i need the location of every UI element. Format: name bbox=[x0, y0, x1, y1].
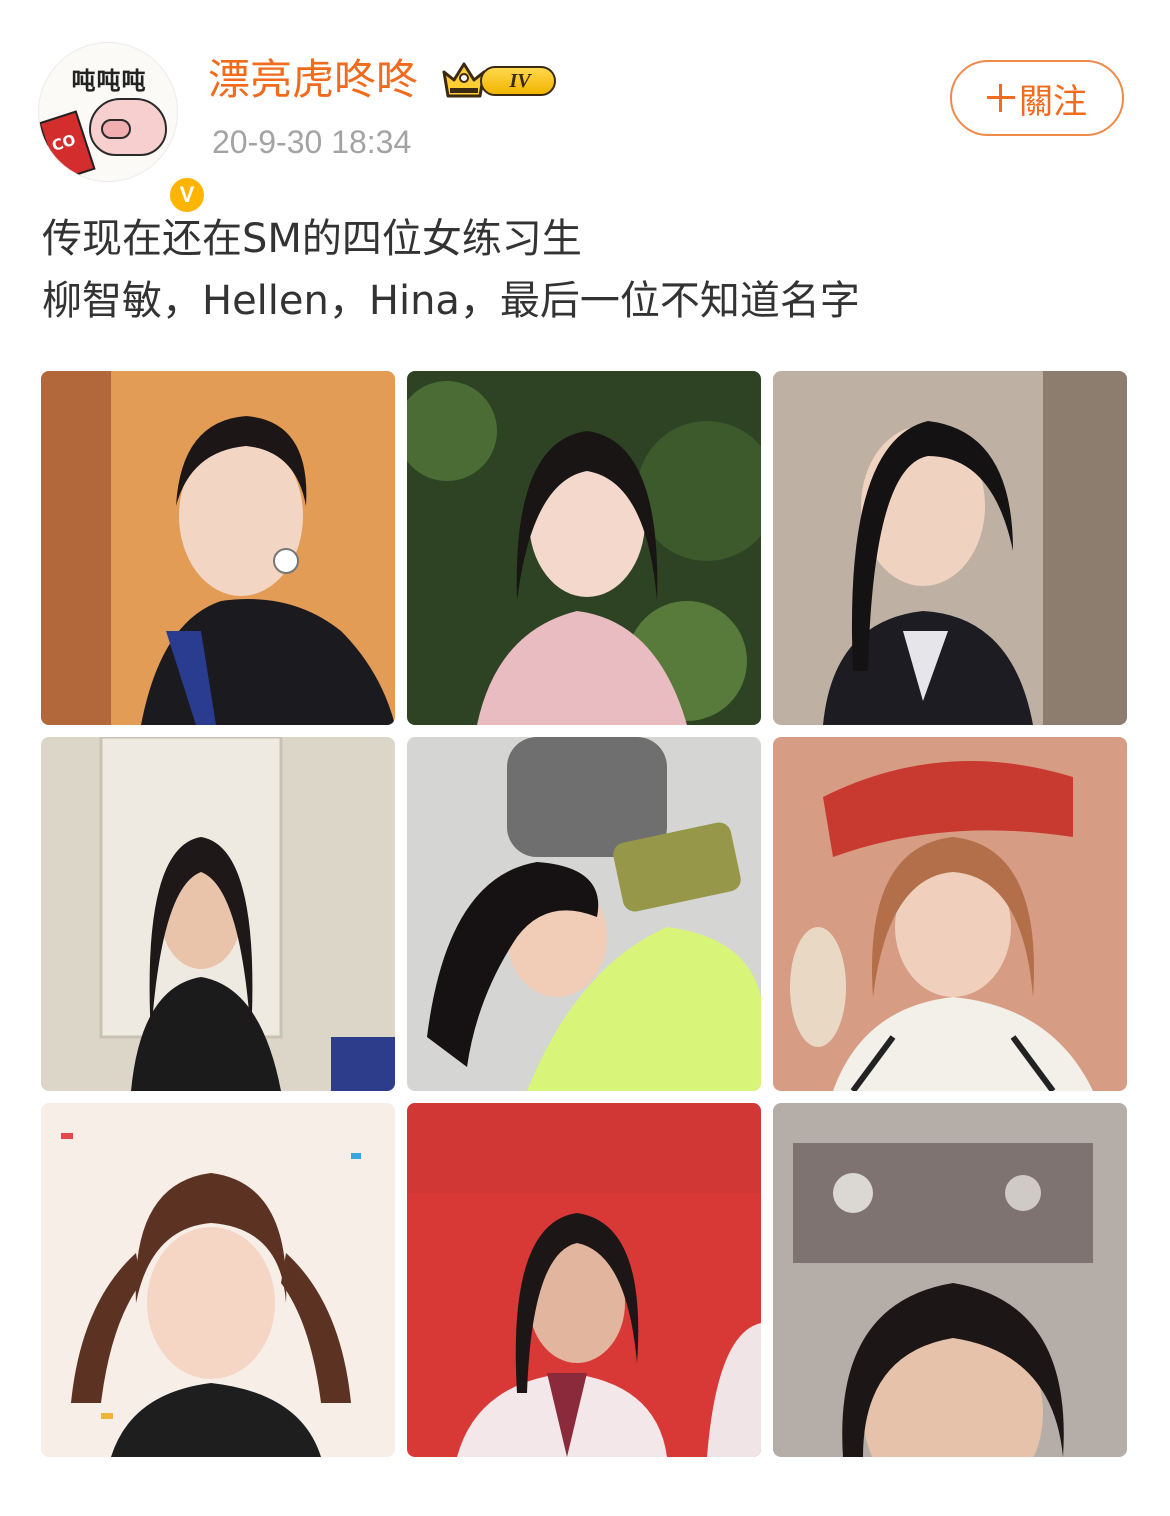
photo-6[interactable] bbox=[773, 737, 1127, 1091]
user-avatar[interactable]: 吨吨吨 CO V bbox=[38, 42, 208, 216]
portrait-image bbox=[773, 737, 1127, 1091]
portrait-image bbox=[407, 737, 761, 1091]
image-grid bbox=[41, 371, 1127, 1457]
photo-2[interactable] bbox=[407, 371, 761, 725]
photo-5[interactable] bbox=[407, 737, 761, 1091]
post-timestamp: 20-9-30 18:34 bbox=[212, 124, 412, 160]
pig-snout-icon bbox=[101, 119, 131, 139]
portrait-image bbox=[407, 1103, 761, 1457]
photo-8[interactable] bbox=[407, 1103, 761, 1457]
level-badge[interactable]: IV bbox=[440, 58, 558, 102]
portrait-image bbox=[773, 1103, 1127, 1457]
avatar-text: 吨吨吨 bbox=[71, 67, 147, 95]
portrait-image bbox=[41, 737, 395, 1091]
avatar-cup-label: CO bbox=[49, 130, 78, 156]
avatar: 吨吨吨 CO bbox=[38, 42, 178, 182]
follow-button[interactable]: 關注 bbox=[950, 60, 1124, 136]
username[interactable]: 漂亮虎咚咚 bbox=[208, 48, 418, 112]
follow-button-label: 關注 bbox=[1019, 81, 1087, 122]
post-text-line-1: 传现在还在SM的四位女练习生 bbox=[42, 216, 582, 262]
plus-icon bbox=[987, 84, 1015, 112]
post-text: 传现在还在SM的四位女练习生 柳智敏，Hellen，Hina，最后一位不知道名字 bbox=[42, 208, 1132, 332]
photo-1[interactable] bbox=[41, 371, 395, 725]
level-label: IV bbox=[480, 66, 556, 96]
avatar-cup-icon: CO bbox=[39, 110, 96, 181]
post-text-line-2: 柳智敏，Hellen，Hina，最后一位不知道名字 bbox=[42, 278, 860, 324]
photo-9[interactable] bbox=[773, 1103, 1127, 1457]
photo-7[interactable] bbox=[41, 1103, 395, 1457]
portrait-image bbox=[407, 371, 761, 725]
photo-4[interactable] bbox=[41, 737, 395, 1091]
portrait-image bbox=[41, 371, 395, 725]
portrait-image bbox=[773, 371, 1127, 725]
photo-3[interactable] bbox=[773, 371, 1127, 725]
portrait-image bbox=[41, 1103, 395, 1457]
